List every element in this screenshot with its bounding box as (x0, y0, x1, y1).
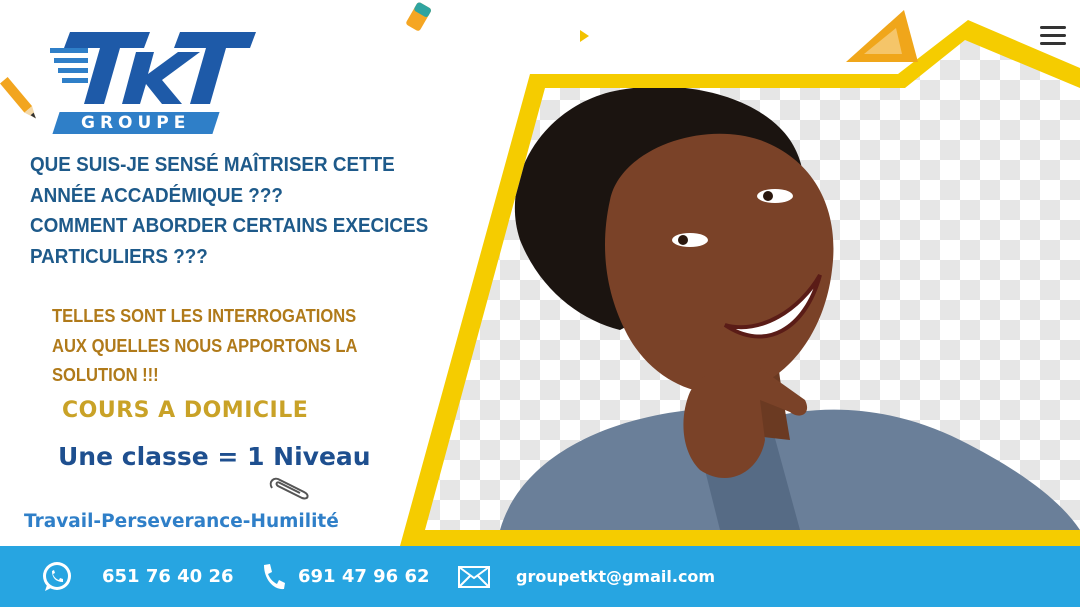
email-contact[interactable]: groupetkt@gmail.com (458, 546, 715, 607)
eraser-decoration (406, 2, 431, 31)
pencil-decoration (0, 77, 36, 119)
tkt-groupe-logo: GROUPE (50, 30, 260, 135)
phone-number: 691 47 96 62 (298, 566, 430, 587)
tagline: Une classe = 1 Niveau (58, 442, 371, 471)
question-line: QUE SUIS-JE SENSÉ MAÎTRISER CETTE (30, 153, 395, 176)
answer-block: TELLES SONT LES INTERROGATIONS AUX QUELL… (52, 302, 411, 391)
answer-line: AUX QUELLES NOUS APPORTONS LA (52, 335, 358, 356)
answer-line: TELLES SONT LES INTERROGATIONS (52, 306, 357, 326)
phone-contact[interactable]: 691 47 96 62 (260, 546, 430, 607)
email-address: groupetkt@gmail.com (516, 567, 716, 586)
question-line: PARTICULIERS ??? (30, 244, 208, 268)
menu-icon[interactable] (1040, 26, 1066, 48)
phone-icon (264, 563, 285, 589)
advertisement-banner: GROUPE QUE SUIS-JE SENSÉ MAÎTRISER CETTE… (0, 0, 1080, 607)
service-heading: COURS A DOMICILE (62, 398, 309, 423)
whatsapp-icon (43, 561, 71, 591)
answer-line: SOLUTION !!! (52, 365, 159, 385)
contact-footer: 651 76 40 26 691 47 96 62 groupetkt@gmai… (0, 546, 1080, 607)
envelope-icon (458, 565, 490, 588)
motto: Travail-Perseverance-Humilité (24, 511, 339, 532)
play-icon (580, 30, 589, 42)
logo-mark (50, 32, 256, 104)
whatsapp-number: 651 76 40 26 (102, 566, 234, 587)
paperclip-icon (269, 477, 309, 500)
groupe-label-box: GROUPE (52, 112, 220, 134)
groupe-label: GROUPE (81, 113, 191, 133)
whatsapp-contact[interactable]: 651 76 40 26 (40, 546, 234, 607)
set-square-decoration (846, 10, 918, 62)
questions-block: QUE SUIS-JE SENSÉ MAÎTRISER CETTE ANNÉE … (30, 150, 453, 272)
question-line: COMMENT ABORDER CERTAINS EXECICES (30, 214, 429, 237)
question-line: ANNÉE ACCADÉMIQUE ??? (30, 183, 283, 207)
